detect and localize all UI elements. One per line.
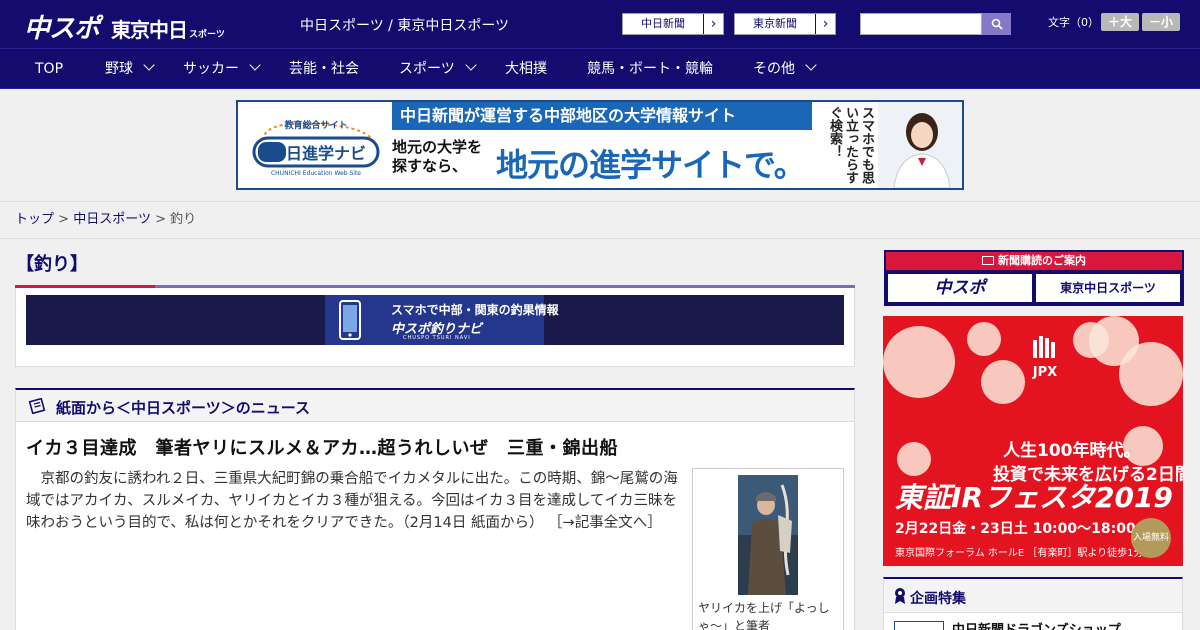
subscribe-tokyo-chunichi-button[interactable]: 東京中日スポーツ <box>1036 274 1180 302</box>
banner-logo-main: 中日進学ナビ <box>270 144 366 163</box>
breadcrumb-separator: > <box>155 212 166 227</box>
tsuri-navi-panel: スマホで中部・関東の釣果情報 中スポ釣りナビ CHUSPO TSURI NAVI <box>325 295 559 345</box>
subscription-box: 新聞購読のご案内 中スポ 東京中日スポーツ <box>884 250 1184 306</box>
ir-festa-ad[interactable]: JPX 人生100年時代。 投資で未来を広げる2日間。 東証IRフェスタ2019… <box>883 316 1183 566</box>
newspaper-icon <box>28 398 46 414</box>
main-nav: TOP 野球 サッカー 芸能・社会 スポーツ 大相撲 競馬・ボート・競輪 その他 <box>0 48 1200 89</box>
article-headline[interactable]: イカ３目達成 筆者ヤリにスルメ＆アカ…超うれしいぜ 三重・錦出船 <box>26 434 618 460</box>
banner-headline: 中日新聞が運営する中部地区の大学情報サイト <box>392 102 812 130</box>
banner-vertical-text: スマホでも思い立ったらすぐ検索！ <box>827 106 874 184</box>
link-label: 東京新聞 <box>753 17 797 30</box>
search-button[interactable] <box>982 13 1011 35</box>
person-photo <box>967 322 1001 356</box>
nav-label: サッカー <box>183 61 239 77</box>
ribbon-icon <box>895 588 905 604</box>
ad-venue: 東京国際フォーラム ホールE ［有楽町］駅より徒歩1分 <box>895 548 1144 559</box>
banner-logo-top: 教育総合サイト <box>283 119 347 131</box>
font-size-label: 文字（0） <box>1048 16 1099 29</box>
ad-line1: 人生100年時代。 <box>1003 441 1141 461</box>
subscribe-chuspo-button[interactable]: 中スポ <box>888 274 1032 302</box>
breadcrumb-home[interactable]: トップ <box>15 212 54 227</box>
mail-icon <box>982 256 994 265</box>
nav-baseball[interactable]: 野球 <box>105 49 155 89</box>
promo-line1: スマホで中部・関東の釣果情報 <box>391 303 559 317</box>
nav-top[interactable]: TOP <box>35 49 63 89</box>
nav-label: 芸能・社会 <box>289 61 359 77</box>
education-banner-ad[interactable]: 教育総合サイト 中日進学ナビ CHUNICHI Education Web Si… <box>236 100 964 190</box>
banner-logo-sub: CHUNICHI Education Web Site <box>271 170 361 177</box>
chevron-down-icon <box>805 59 817 71</box>
page-title: 【釣り】 <box>16 254 88 275</box>
article-photo[interactable]: ヤリイカを上げ「よっしゃ～」と筆者 <box>692 468 844 630</box>
chunichi-shingaku-navi-logo: 教育総合サイト 中日進学ナビ CHUNICHI Education Web Si… <box>252 119 380 177</box>
nav-entertainment[interactable]: 芸能・社会 <box>289 49 359 89</box>
ad-date: 2月22日金・23日土 10:00～18:00 <box>895 521 1136 537</box>
news-section-title: 紙面から＜中日スポーツ＞のニュース <box>56 399 310 417</box>
nav-racing[interactable]: 競馬・ボート・競輪 <box>587 49 713 89</box>
person-photo <box>981 360 1025 404</box>
logo-small: スポーツ <box>189 30 225 40</box>
read-more-link[interactable]: ［→記事全文へ］ <box>548 515 662 531</box>
person-photo <box>883 326 955 398</box>
chevron-right-icon: › <box>703 14 723 34</box>
free-entry-badge: 入場無料 <box>1131 518 1171 558</box>
subscription-header: 新聞購読のご案内 <box>886 252 1182 270</box>
nav-sumo[interactable]: 大相撲 <box>505 49 547 89</box>
jpx-logo: JPX <box>1025 334 1065 380</box>
promo-line3: CHUSPO TSURI NAVI <box>403 335 471 341</box>
person-photo <box>897 442 931 476</box>
breadcrumb-separator: > <box>58 212 70 227</box>
chevron-right-icon: › <box>815 14 835 34</box>
nav-label: 野球 <box>105 61 133 77</box>
breadcrumb-chunichi-sports[interactable]: 中日スポーツ <box>73 212 151 227</box>
jpx-mark-icon <box>1033 336 1055 358</box>
feature-section: 企画特集 中日新聞ドラゴンズショップ <box>883 577 1183 630</box>
search-input[interactable] <box>860 13 982 35</box>
angler-photo <box>738 475 798 595</box>
banner-sub: 地元の大学を探すなら、 <box>392 138 483 175</box>
tokyo-shimbun-link[interactable]: 東京新聞 › <box>734 13 836 35</box>
news-section-header: 紙面から＜中日スポーツ＞のニュース <box>16 390 854 422</box>
nav-label: スポーツ <box>399 61 455 77</box>
feature-item-link[interactable]: 中日新聞ドラゴンズショップ <box>952 619 1121 630</box>
nav-others[interactable]: その他 <box>753 49 817 89</box>
site-header: 中スポ 東京中日 スポーツ 中日スポーツ / 東京中日スポーツ 中日新聞 › 東… <box>0 0 1200 48</box>
article-summary: 京都の釣友に誘われ２日、三重県大紀町錦の乗合船でイカメタルに出た。この時期、錦～… <box>26 468 684 534</box>
nav-label: その他 <box>753 61 795 77</box>
chevron-down-icon <box>465 59 477 71</box>
student-photo <box>878 102 962 188</box>
breadcrumb-current: 釣り <box>170 212 197 227</box>
search-icon <box>991 18 1003 30</box>
tsuri-navi-banner[interactable]: スマホで中部・関東の釣果情報 中スポ釣りナビ CHUSPO TSURI NAVI <box>26 295 844 345</box>
ad-title: 東証IRフェスタ2019 <box>895 481 1173 514</box>
logo-main: 中スポ <box>24 14 100 44</box>
logo-sub: 東京中日 <box>111 18 188 42</box>
subscription-header-text: 新聞購読のご案内 <box>998 254 1086 267</box>
site-logo[interactable]: 中スポ 東京中日 スポーツ <box>24 8 225 44</box>
site-title[interactable]: 中日スポーツ / 東京中日スポーツ <box>300 15 509 35</box>
link-label: 中日新聞 <box>641 17 685 30</box>
banner-big-text: 地元の進学サイトで。 <box>496 146 806 184</box>
promo-section: スマホで中部・関東の釣果情報 中スポ釣りナビ CHUSPO TSURI NAVI <box>15 288 855 367</box>
nav-label: 競馬・ボート・競輪 <box>587 61 713 77</box>
font-bigger-button[interactable]: ＋大 <box>1101 13 1139 31</box>
smartphone-icon <box>339 300 361 340</box>
breadcrumb: トップ > 中日スポーツ > 釣り <box>0 201 1200 239</box>
nav-label: 大相撲 <box>505 61 547 77</box>
font-smaller-button[interactable]: －小 <box>1142 13 1180 31</box>
jpx-brand: JPX <box>1032 365 1058 380</box>
feature-title: 企画特集 <box>910 591 966 607</box>
news-section: 紙面から＜中日スポーツ＞のニュース イカ３目達成 筆者ヤリにスルメ＆アカ…超うれ… <box>15 388 855 630</box>
nav-soccer[interactable]: サッカー <box>183 49 261 89</box>
feature-thumbnail[interactable] <box>894 621 944 630</box>
feature-header: 企画特集 <box>884 579 1182 613</box>
chunichi-shimbun-link[interactable]: 中日新聞 › <box>622 13 724 35</box>
nav-label: TOP <box>35 61 64 77</box>
photo-caption: ヤリイカを上げ「よっしゃ～」と筆者 <box>698 601 830 630</box>
chevron-down-icon <box>249 59 261 71</box>
person-photo <box>1119 342 1183 406</box>
nav-sports[interactable]: スポーツ <box>399 49 477 89</box>
chevron-down-icon <box>143 59 155 71</box>
